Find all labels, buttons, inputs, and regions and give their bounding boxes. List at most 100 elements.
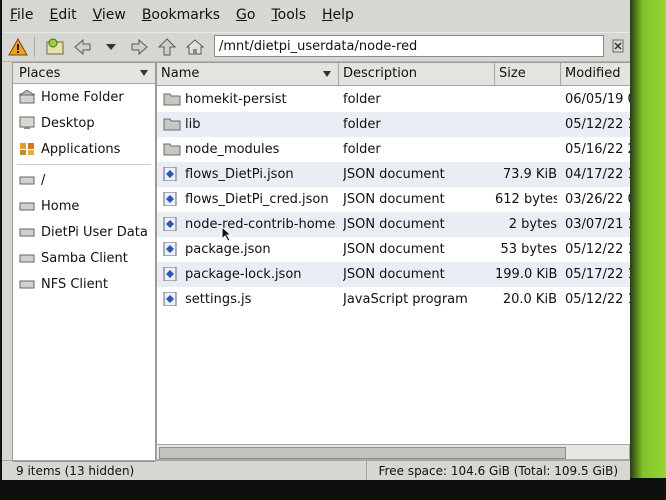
file-size <box>495 87 557 112</box>
desktop-wallpaper <box>630 0 666 500</box>
column-modified[interactable]: Modified <box>561 63 630 85</box>
sidebar-item-applications[interactable]: Applications <box>13 136 155 162</box>
item-count: 9 items (13 hidden) <box>16 464 135 478</box>
chevron-down-icon[interactable] <box>99 35 123 59</box>
desktop-icon <box>19 116 35 130</box>
menu-go[interactable]: Go <box>228 0 263 30</box>
menu-edit[interactable]: Edit <box>41 0 84 30</box>
file-description: folder <box>343 142 381 157</box>
applications-icon <box>19 142 35 156</box>
horizontal-scrollbar[interactable] <box>156 444 630 460</box>
sidebar-item-label: DietPi User Data <box>41 224 148 240</box>
scrollbar-thumb[interactable] <box>159 447 566 459</box>
places-title: Places <box>19 65 61 81</box>
warning-icon[interactable] <box>6 35 30 59</box>
file-icon <box>163 266 179 282</box>
file-modified: 06/05/19 08 <box>565 92 630 107</box>
sort-descending-icon <box>323 71 331 77</box>
menu-help[interactable]: Help <box>314 0 362 30</box>
new-tab-icon[interactable] <box>43 35 67 59</box>
file-name: node_modules <box>185 142 280 157</box>
sidebar-item-nfs-client[interactable]: NFS Client <box>13 271 155 297</box>
file-size: 612 bytes <box>495 192 557 207</box>
file-size <box>495 112 557 137</box>
places-sidebar: Places Home Folder Desktop Applications … <box>12 62 156 462</box>
taskbar-area <box>0 478 666 500</box>
table-row[interactable]: flows_DietPi.json JSON document 73.9 KiB 04… <box>157 162 630 187</box>
column-name-label: Name <box>161 66 200 81</box>
file-description: JavaScript program <box>343 292 468 307</box>
file-modified: 05/12/22 19 <box>565 292 630 307</box>
table-row[interactable]: node_modules folder 05/16/22 20 <box>157 137 630 162</box>
menu-view[interactable]: View <box>85 0 134 30</box>
back-icon[interactable] <box>71 35 95 59</box>
file-description: folder <box>343 92 381 107</box>
file-size: 53 bytes <box>500 242 558 257</box>
toolbar-separator <box>34 37 35 57</box>
file-icon <box>163 216 179 232</box>
sidebar-item-label: Desktop <box>41 115 95 131</box>
file-modified: 05/16/22 20 <box>565 142 630 157</box>
menubar: File Edit View Bookmarks Go Tools Help <box>2 0 630 30</box>
free-space: Free space: 104.6 GiB (Total: 109.5 GiB) <box>365 461 630 480</box>
file-modified: 04/17/22 14 <box>565 167 630 182</box>
menu-bookmarks[interactable]: Bookmarks <box>134 0 228 30</box>
table-row[interactable]: homekit-persist folder 06/05/19 08 <box>157 87 630 112</box>
mouse-cursor-icon <box>221 226 233 242</box>
drive-icon <box>19 173 35 187</box>
menu-file[interactable]: File <box>2 0 41 30</box>
sidebar-item-desktop[interactable]: Desktop <box>13 110 155 136</box>
sidebar-item-samba-client[interactable]: Samba Client <box>13 245 155 271</box>
sidebar-item-root[interactable]: / <box>13 167 155 193</box>
home-icon[interactable] <box>183 35 207 59</box>
places-header[interactable]: Places <box>13 63 155 84</box>
folder-icon <box>163 92 181 106</box>
home-folder-icon <box>18 89 36 104</box>
file-modified: 03/07/21 15 <box>565 217 630 232</box>
forward-icon[interactable] <box>127 35 151 59</box>
file-size: 2 bytes <box>508 217 557 232</box>
file-size: 199.0 KiB <box>495 267 557 282</box>
file-name: settings.js <box>185 292 252 307</box>
file-name: flows_DietPi.json <box>185 167 294 182</box>
file-icon <box>163 291 179 307</box>
table-row[interactable]: flows_DietPi_cred.json JSON document 612 b… <box>157 187 630 212</box>
file-modified: 05/12/22 19 <box>565 242 630 257</box>
file-description: JSON document <box>343 242 445 257</box>
table-row[interactable]: package-lock.json JSON document 199.0 KiB 0… <box>157 262 630 287</box>
clear-location-icon[interactable] <box>610 38 626 58</box>
file-icon <box>163 241 179 257</box>
table-row[interactable]: lib folder 05/12/22 19 <box>157 112 630 137</box>
file-icon <box>163 191 179 207</box>
file-description: JSON document <box>343 217 445 232</box>
sidebar-item-label: Home Folder <box>41 89 124 105</box>
file-manager-window: File Edit View Bookmarks Go Tools Help / <box>2 0 630 480</box>
sidebar-item-label: / <box>41 172 46 188</box>
sidebar-item-label: Home <box>41 198 80 214</box>
sidebar-item-label: Samba Client <box>41 250 128 266</box>
sidebar-item-dietpi-user-data[interactable]: DietPi User Data <box>13 219 155 245</box>
column-description[interactable]: Description <box>339 63 495 85</box>
file-list-header: Name Description Size Modified <box>157 63 630 86</box>
drive-icon <box>19 199 35 213</box>
sidebar-divider <box>17 164 151 165</box>
file-name: lib <box>185 117 201 132</box>
column-name[interactable]: Name <box>157 63 339 85</box>
chevron-down-icon[interactable] <box>139 69 149 77</box>
folder-icon <box>163 142 181 156</box>
menu-tools[interactable]: Tools <box>263 0 314 30</box>
column-size[interactable]: Size <box>495 63 561 85</box>
file-list: Name Description Size Modified homekit-p… <box>156 62 630 446</box>
file-name: package.json <box>185 242 271 257</box>
file-description: JSON document <box>343 267 445 282</box>
location-bar[interactable]: /mnt/dietpi_userdata/node-red <box>214 35 604 57</box>
file-description: JSON document <box>343 192 445 207</box>
drive-icon <box>19 277 35 291</box>
up-icon[interactable] <box>155 35 179 59</box>
sidebar-item-home-folder[interactable]: Home Folder <box>13 84 155 110</box>
sidebar-item-label: NFS Client <box>41 276 108 292</box>
sidebar-item-home[interactable]: Home <box>13 193 155 219</box>
drive-icon <box>19 251 35 265</box>
table-row[interactable]: settings.js JavaScript program 20.0 KiB 05/… <box>157 287 630 312</box>
file-icon <box>163 166 179 182</box>
